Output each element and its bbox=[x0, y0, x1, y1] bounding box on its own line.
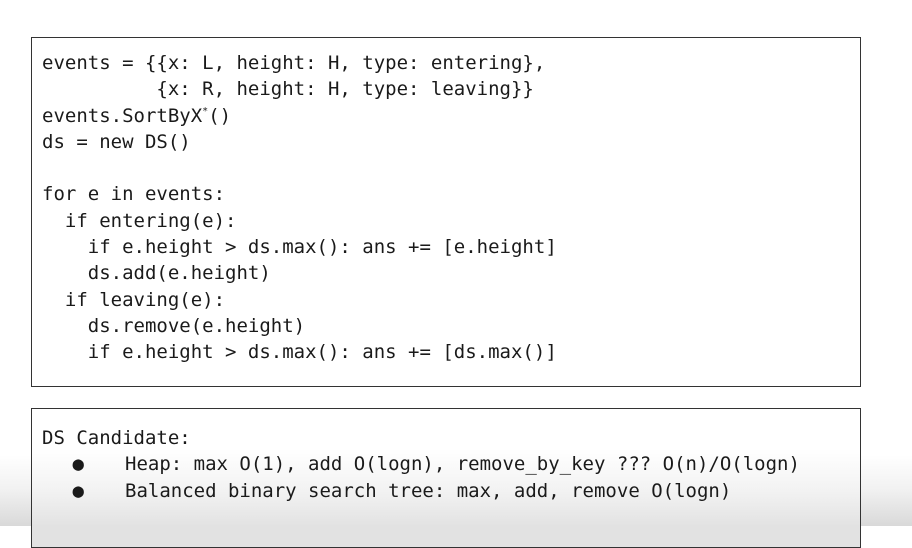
code-line-events-entering: events = {{x: L, height: H, type: enteri… bbox=[42, 52, 546, 74]
ds-item-heap: Heap: max O(1), add O(logn), remove_by_k… bbox=[125, 453, 800, 476]
code-line-ds-init: ds = new DS() bbox=[42, 130, 191, 153]
code-line-leaving-check: if e.height > ds.max(): ans += [ds.max()… bbox=[42, 341, 557, 364]
code-line-ds-remove: ds.remove(e.height) bbox=[42, 314, 306, 337]
bullet-icon: ● bbox=[72, 479, 84, 502]
code-line-for-loop: for e in events: bbox=[42, 183, 226, 206]
list-item: ● Balanced binary search tree: max, add,… bbox=[42, 478, 860, 505]
code-sort-parens: () bbox=[208, 104, 232, 127]
code-line-ds-add: ds.add(e.height) bbox=[42, 262, 271, 285]
list-item: ● Heap: max O(1), add O(logn), remove_by… bbox=[42, 451, 860, 478]
code-panel: events = {{x: L, height: H, type: enteri… bbox=[31, 37, 861, 387]
code-line-events-leaving: {x: R, height: H, type: leaving}} bbox=[42, 78, 534, 101]
code-line-if-leaving: if leaving(e): bbox=[42, 288, 226, 311]
asterisk-superscript: * bbox=[202, 105, 209, 117]
code-line-if-entering: if entering(e): bbox=[42, 209, 237, 232]
ds-candidate-title: DS Candidate: bbox=[42, 427, 191, 449]
code-sort-call: events.SortByX bbox=[42, 104, 203, 127]
ds-candidate-panel: DS Candidate: ● Heap: max O(1), add O(lo… bbox=[31, 408, 861, 548]
bullet-icon: ● bbox=[72, 453, 84, 476]
ds-item-bst: Balanced binary search tree: max, add, r… bbox=[125, 479, 732, 502]
code-line-entering-check: if e.height > ds.max(): ans += [e.height… bbox=[42, 236, 557, 259]
code-line-sort: events.SortByX*() bbox=[42, 103, 860, 129]
